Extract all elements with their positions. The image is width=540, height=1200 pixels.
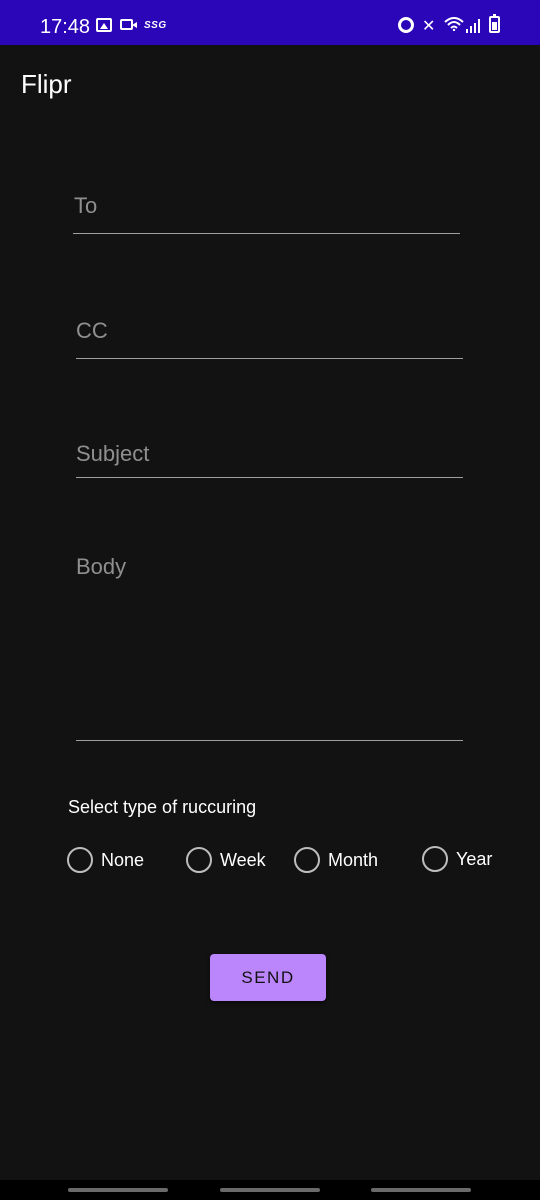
wifi-icon <box>444 17 464 31</box>
radio-week-circle[interactable] <box>186 847 212 873</box>
radio-none-circle[interactable] <box>67 847 93 873</box>
radio-month[interactable]: Month <box>294 846 378 874</box>
body-field[interactable]: Body <box>76 547 463 741</box>
send-button[interactable]: SEND <box>210 954 326 1001</box>
to-field-label: To <box>74 193 98 218</box>
cc-field-label: CC <box>76 318 108 343</box>
radio-week-label[interactable]: Week <box>220 850 266 871</box>
app-title: Flipr <box>21 69 72 99</box>
cc-field[interactable]: CC <box>76 312 463 359</box>
recurring-title: Select type of ruccuring <box>68 797 257 817</box>
subject-field-label: Subject <box>76 441 150 466</box>
carrier-badge: SSG <box>144 20 167 31</box>
body-field-label: Body <box>76 554 127 579</box>
subject-field[interactable]: Subject <box>76 432 463 478</box>
gallery-icon <box>96 18 112 32</box>
radio-year[interactable]: Year <box>422 845 492 873</box>
recent-apps-button[interactable] <box>68 1188 168 1192</box>
screen: 17:48 SSG ✕ Flipr To CC Subject Body Sel… <box>0 0 540 1200</box>
radio-year-circle[interactable] <box>422 846 448 872</box>
radio-none-label[interactable]: None <box>101 850 144 871</box>
back-button[interactable] <box>371 1188 471 1192</box>
alarm-icon <box>398 17 414 33</box>
home-button[interactable] <box>220 1188 320 1192</box>
signal-icon <box>466 17 482 33</box>
status-bar: 17:48 SSG ✕ <box>0 0 540 45</box>
battery-icon <box>489 14 500 33</box>
to-field[interactable]: To <box>73 186 460 234</box>
navigation-bar <box>0 1180 540 1200</box>
mute-icon: ✕ <box>422 18 436 35</box>
radio-week[interactable]: Week <box>186 846 266 874</box>
radio-month-circle[interactable] <box>294 847 320 873</box>
radio-month-label[interactable]: Month <box>328 850 378 871</box>
video-icon <box>120 19 137 30</box>
radio-none[interactable]: None <box>67 846 144 874</box>
status-time: 17:48 <box>40 16 91 38</box>
radio-year-label[interactable]: Year <box>456 849 492 870</box>
